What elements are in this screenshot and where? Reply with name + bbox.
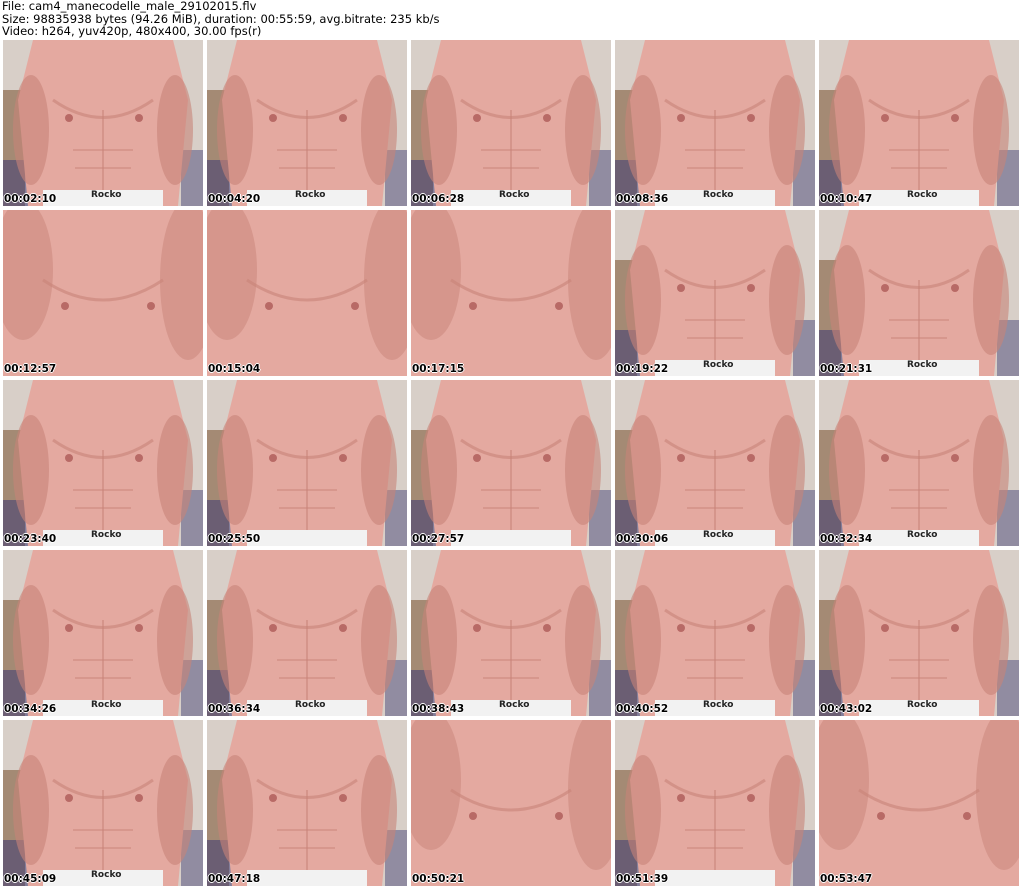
thumbnail-timestamp: 00:53:47 — [820, 873, 873, 885]
video-thumbnail: Rocko 00:36:34 — [207, 550, 407, 716]
thumbnail-timestamp: 00:45:09 — [4, 873, 57, 885]
waistband-brand-text: Rocko — [499, 700, 530, 710]
thumbnail-frame-image — [207, 550, 407, 716]
thumbnail-frame-image — [411, 550, 611, 716]
waistband-brand-text: Rocko — [295, 700, 326, 710]
thumbnail-timestamp: 00:27:57 — [412, 533, 465, 545]
thumbnail-timestamp: 00:23:40 — [4, 533, 57, 545]
video-thumbnail: Rocko 00:10:47 — [819, 40, 1019, 206]
video-thumbnail: Rocko 00:32:34 — [819, 380, 1019, 546]
thumbnail-timestamp: 00:19:22 — [616, 363, 669, 375]
video-thumbnail: 00:15:04 — [207, 210, 407, 376]
thumbnail-timestamp: 00:38:43 — [412, 703, 465, 715]
thumbnail-timestamp: 00:15:04 — [208, 363, 261, 375]
thumbnail-timestamp: 00:51:39 — [616, 873, 669, 885]
thumbnail-frame-image — [411, 380, 611, 546]
thumbnail-frame-image — [411, 720, 611, 886]
video-thumbnail: Rocko 00:04:20 — [207, 40, 407, 206]
thumbnail-frame-image — [3, 720, 203, 886]
thumbnail-frame-image — [207, 380, 407, 546]
thumbnail-frame-image — [411, 210, 611, 376]
thumbnail-timestamp: 00:02:10 — [4, 193, 57, 205]
thumbnail-frame-image — [3, 40, 203, 206]
thumbnail-frame-image — [615, 380, 815, 546]
file-info-header: File: cam4_manecodelle_male_29102015.flv… — [2, 0, 1022, 38]
thumbnail-frame-image — [615, 40, 815, 206]
video-thumbnail: Rocko 00:23:40 — [3, 380, 203, 546]
thumbnail-timestamp: 00:32:34 — [820, 533, 873, 545]
thumbnail-timestamp: 00:06:28 — [412, 193, 465, 205]
thumbnail-frame-image — [615, 720, 815, 886]
waistband-brand-text: Rocko — [91, 870, 122, 880]
thumbnail-frame-image — [819, 380, 1019, 546]
thumbnail-frame-image — [615, 550, 815, 716]
video-thumbnail: Rocko 00:19:22 — [615, 210, 815, 376]
thumbnail-timestamp: 00:40:52 — [616, 703, 669, 715]
thumbnail-frame-image — [411, 40, 611, 206]
video-thumbnail: 00:12:57 — [3, 210, 203, 376]
thumbnail-timestamp: 00:50:21 — [412, 873, 465, 885]
thumbnail-timestamp: 00:17:15 — [412, 363, 465, 375]
waistband-brand-text: Rocko — [703, 530, 734, 540]
thumbnail-timestamp: 00:10:47 — [820, 193, 873, 205]
video-thumbnail: 00:51:39 — [615, 720, 815, 886]
thumbnail-timestamp: 00:12:57 — [4, 363, 57, 375]
thumbnail-frame-image — [207, 210, 407, 376]
thumbnail-frame-image — [819, 550, 1019, 716]
thumbnail-timestamp: 00:36:34 — [208, 703, 261, 715]
video-thumbnail: Rocko 00:30:06 — [615, 380, 815, 546]
thumbnail-frame-image — [819, 720, 1019, 886]
thumbnail-frame-image — [819, 210, 1019, 376]
video-thumbnail: Rocko 00:21:31 — [819, 210, 1019, 376]
video-thumbnail: Rocko 00:08:36 — [615, 40, 815, 206]
waistband-brand-text: Rocko — [703, 360, 734, 370]
thumbnail-timestamp: 00:43:02 — [820, 703, 873, 715]
waistband-brand-text: Rocko — [499, 190, 530, 200]
video-thumbnail: Rocko 00:06:28 — [411, 40, 611, 206]
video-thumbnail: 00:17:15 — [411, 210, 611, 376]
thumbnail-timestamp: 00:34:26 — [4, 703, 57, 715]
waistband-brand-text: Rocko — [703, 700, 734, 710]
video-thumbnail: Rocko 00:34:26 — [3, 550, 203, 716]
thumbnail-frame-image — [207, 40, 407, 206]
thumbnail-timestamp: 00:30:06 — [616, 533, 669, 545]
waistband-brand-text: Rocko — [295, 190, 326, 200]
video-thumbnail: Rocko 00:45:09 — [3, 720, 203, 886]
video-thumbnail: 00:27:57 — [411, 380, 611, 546]
video-thumbnail: Rocko 00:43:02 — [819, 550, 1019, 716]
video-thumbnail: Rocko 00:38:43 — [411, 550, 611, 716]
video-thumbnail: Rocko 00:02:10 — [3, 40, 203, 206]
file-name-line: File: cam4_manecodelle_male_29102015.flv — [2, 0, 257, 13]
thumbnail-timestamp: 00:25:50 — [208, 533, 261, 545]
thumbnail-timestamp: 00:08:36 — [616, 193, 669, 205]
waistband-brand-text: Rocko — [907, 190, 938, 200]
video-thumbnail: 00:47:18 — [207, 720, 407, 886]
thumbnail-frame-image — [3, 550, 203, 716]
video-thumbnail: 00:25:50 — [207, 380, 407, 546]
waistband-brand-text: Rocko — [907, 530, 938, 540]
waistband-brand-text: Rocko — [91, 700, 122, 710]
thumbnail-timestamp: 00:04:20 — [208, 193, 261, 205]
thumbnail-frame-image — [207, 720, 407, 886]
video-thumbnail: 00:53:47 — [819, 720, 1019, 886]
thumbnail-frame-image — [615, 210, 815, 376]
waistband-brand-text: Rocko — [703, 190, 734, 200]
waistband-brand-text: Rocko — [91, 190, 122, 200]
waistband-brand-text: Rocko — [91, 530, 122, 540]
video-thumbnail: Rocko 00:40:52 — [615, 550, 815, 716]
thumbnail-grid: Rocko 00:02:10 Rocko 00:04:20 Rocko 00:06:28 R… — [3, 40, 1022, 888]
video-thumbnail: 00:50:21 — [411, 720, 611, 886]
thumbnail-frame-image — [819, 40, 1019, 206]
thumbnail-frame-image — [3, 210, 203, 376]
thumbnail-timestamp: 00:21:31 — [820, 363, 873, 375]
video-info-line: Video: h264, yuv420p, 480x400, 30.00 fps… — [2, 24, 262, 38]
waistband-brand-text: Rocko — [907, 360, 938, 370]
thumbnail-timestamp: 00:47:18 — [208, 873, 261, 885]
thumbnail-frame-image — [3, 380, 203, 546]
waistband-brand-text: Rocko — [907, 700, 938, 710]
